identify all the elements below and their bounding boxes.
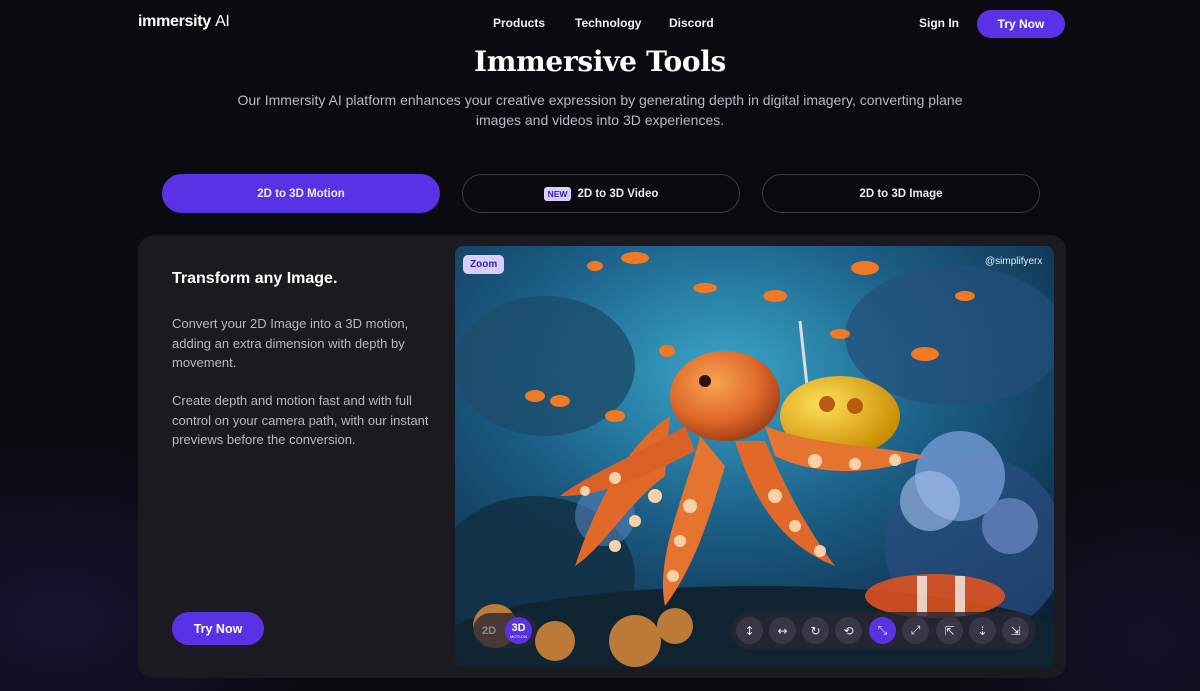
tab-label: 2D to 3D Motion xyxy=(257,187,345,200)
mode-3d-label: 3D xyxy=(511,621,526,634)
zoom-badge[interactable]: Zoom xyxy=(463,255,505,274)
tab-2d-to-3d-video[interactable]: NEW 2D to 3D Video xyxy=(462,174,740,213)
dolly-left-icon[interactable]: ⇱ xyxy=(936,617,963,644)
brand-logo[interactable]: immersity AI xyxy=(138,13,230,31)
nav-try-now-button[interactable]: Try Now xyxy=(977,10,1065,38)
brand-name: immersity xyxy=(138,13,211,30)
feature-paragraph-2: Create depth and motion fast and with fu… xyxy=(172,393,429,447)
tab-2d-to-3d-motion[interactable]: 2D to 3D Motion xyxy=(162,174,440,213)
mode-3d-sublabel: MOTION xyxy=(509,633,528,639)
zoom-in-icon[interactable]: ⤡ xyxy=(869,617,896,644)
tab-label: 2D to 3D Video xyxy=(577,187,659,200)
circle-orbit-icon[interactable]: ↻ xyxy=(802,617,829,644)
nav-discord-link[interactable]: Discord xyxy=(669,16,714,30)
dolly-center-icon[interactable]: ⇣ xyxy=(969,617,996,644)
tab-label: 2D to 3D Image xyxy=(859,187,943,200)
nav-technology-link[interactable]: Technology xyxy=(575,16,641,30)
swing-orbit-icon[interactable]: ⟲ xyxy=(835,617,862,644)
feature-title: Transform any Image. xyxy=(172,270,338,287)
mode-2d-option[interactable]: 2D xyxy=(482,625,496,637)
feature-try-now-button[interactable]: Try Now xyxy=(172,612,264,645)
mode-3d-motion-option[interactable]: 3D MOTION xyxy=(505,617,532,644)
top-nav: immersity AI Products Technology Discord… xyxy=(0,0,1200,48)
page-title: Immersive Tools xyxy=(473,45,727,78)
tab-2d-to-3d-image[interactable]: 2D to 3D Image xyxy=(762,174,1040,213)
vertical-move-icon[interactable]: ↕ xyxy=(736,617,763,644)
zoom-out-icon[interactable]: ⤢ xyxy=(902,617,929,644)
nav-products-link[interactable]: Products xyxy=(493,16,545,30)
image-credit: @simplifyerx xyxy=(985,256,1043,267)
brand-suffix: AI xyxy=(215,13,230,30)
preview-image[interactable] xyxy=(455,246,1054,667)
new-badge: NEW xyxy=(543,186,572,201)
octopus-illustration xyxy=(455,246,1054,667)
dolly-right-icon[interactable]: ⇲ xyxy=(1002,617,1029,644)
feature-paragraph-1: Convert your 2D Image into a 3D motion, … xyxy=(172,316,409,370)
page-subtitle: Our Immersity AI platform enhances your … xyxy=(237,92,963,128)
horizontal-move-icon[interactable]: ↔ xyxy=(769,617,796,644)
sign-in-link[interactable]: Sign In xyxy=(919,16,959,30)
